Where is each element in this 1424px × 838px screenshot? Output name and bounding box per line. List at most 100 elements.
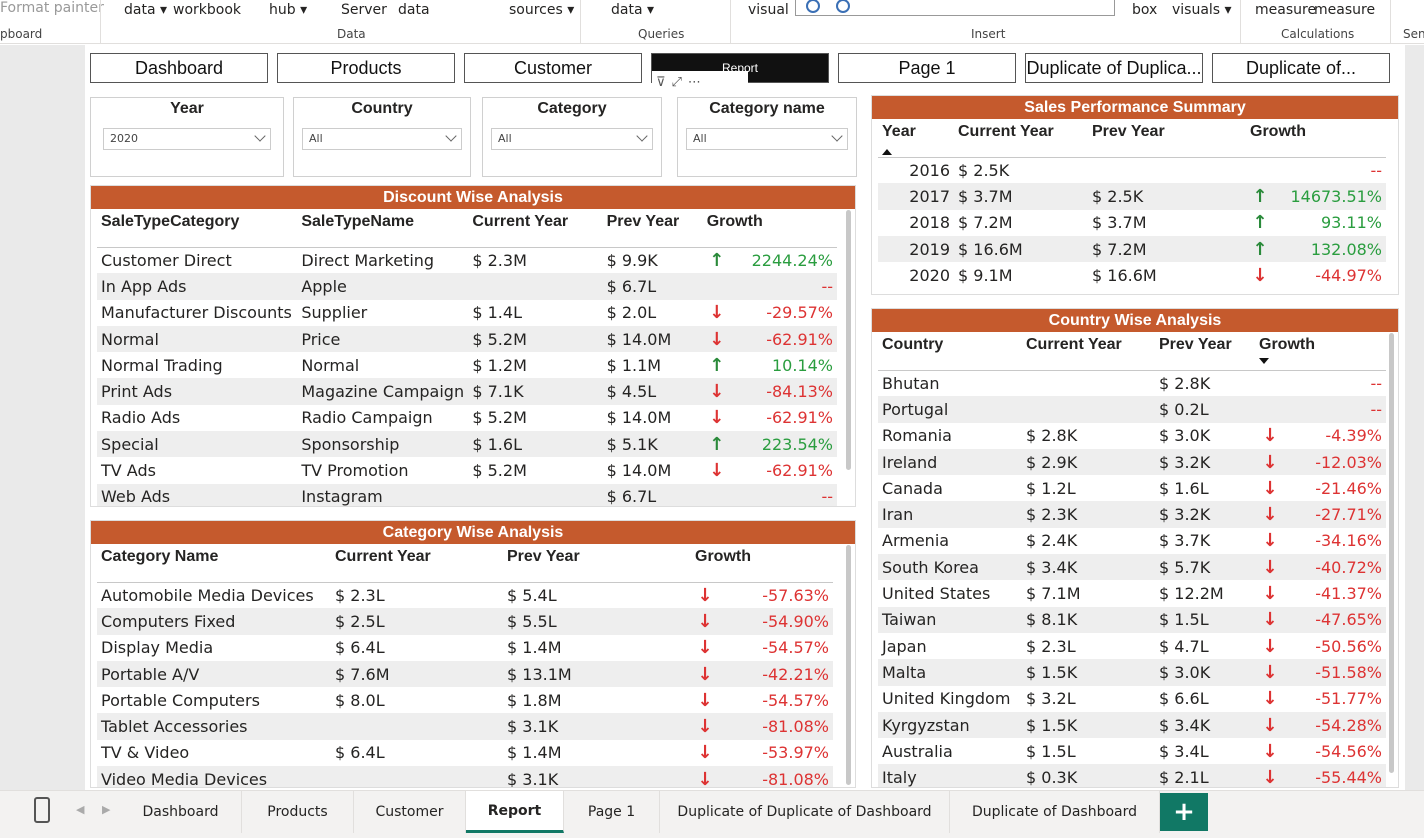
- vertical-scrollbar[interactable]: [846, 545, 851, 785]
- ribbon-data-dropdown[interactable]: data ▾: [124, 2, 167, 18]
- table-row[interactable]: Ireland $ 2.9K $ 3.2K ↓ -12.03%: [878, 448, 1386, 476]
- ribbon-new-measure-button[interactable]: measure: [1255, 2, 1316, 18]
- table-row[interactable]: Manufacturer Discounts Supplier $ 1.4L $ 2.…: [97, 300, 837, 326]
- slicer-category-dropdown[interactable]: All: [491, 128, 653, 150]
- table-row[interactable]: Armenia $ 2.4K $ 3.7K ↓ -34.16%: [878, 528, 1386, 554]
- ribbon-server-data-button[interactable]: data: [398, 2, 430, 18]
- tab-duplicate-of-duplicate-of-dashboard[interactable]: Duplicate of Duplicate of Dashboard: [660, 791, 950, 833]
- ribbon-hub-dropdown[interactable]: hub ▾: [269, 2, 307, 18]
- column-header[interactable]: SaleTypeName: [297, 209, 469, 248]
- table-row[interactable]: TV & Video $ 6.4L $ 1.4M ↓ -53.97%: [97, 740, 833, 766]
- nav-button-page1[interactable]: Page 1: [838, 53, 1016, 83]
- column-header[interactable]: Current Year: [468, 209, 603, 248]
- table-row[interactable]: United States $ 7.1M $ 12.2M ↓ -41.37%: [878, 580, 1386, 606]
- more-options-icon[interactable]: ⋯: [688, 75, 701, 90]
- group-insert-label: Insert: [971, 27, 1006, 41]
- ribbon-quick-measure-button[interactable]: measure: [1314, 2, 1375, 18]
- table-row[interactable]: Video Media Devices $ 3.1K ↓ -81.08%: [97, 766, 833, 787]
- table-row[interactable]: Display Media $ 6.4L $ 1.4M ↓ -54.57%: [97, 635, 833, 661]
- table-row[interactable]: Normal Trading Normal $ 1.2M $ 1.1M ↑ 10.14%: [97, 352, 837, 378]
- table-row[interactable]: Computers Fixed $ 2.5L $ 5.5L ↓ -54.90%: [97, 608, 833, 635]
- visual-gallery-icon[interactable]: [836, 0, 850, 13]
- column-header[interactable]: Current Year: [954, 119, 1088, 158]
- scroll-left-icon[interactable]: ◀: [76, 803, 84, 816]
- ribbon-sources-dropdown[interactable]: sources ▾: [509, 2, 574, 18]
- column-header[interactable]: Growth: [702, 209, 837, 248]
- tab-customer[interactable]: Customer: [354, 791, 466, 833]
- add-page-button[interactable]: +: [1160, 793, 1208, 831]
- table-row[interactable]: Romania $ 2.8K $ 3.0K ↓ -4.39%: [878, 423, 1386, 449]
- nav-button-customer[interactable]: Customer: [464, 53, 642, 83]
- table-row[interactable]: Automobile Media Devices $ 2.3L $ 5.4L ↓ -57…: [97, 582, 833, 608]
- table-row[interactable]: Tablet Accessories $ 3.1K ↓ -81.08%: [97, 713, 833, 740]
- table-row[interactable]: Print Ads Magazine Campaign $ 7.1K $ 4.5L ↓ -…: [97, 378, 837, 405]
- slicer-country-dropdown[interactable]: All: [302, 128, 462, 150]
- table-row[interactable]: In App Ads Apple $ 6.7L --: [97, 273, 837, 300]
- format-painter-button[interactable]: Format painter: [0, 0, 104, 16]
- table-row[interactable]: 2017 $ 3.7M $ 2.5K ↑ 14673.51%: [878, 183, 1386, 210]
- filter-icon[interactable]: ⊽: [656, 75, 666, 90]
- tab-duplicate-of-dashboard[interactable]: Duplicate of Dashboard: [950, 791, 1160, 833]
- table-row[interactable]: Bhutan $ 2.8K --: [878, 370, 1386, 396]
- nav-button-duplicate-of[interactable]: Duplicate of...: [1212, 53, 1390, 83]
- table-row[interactable]: Iran $ 2.3K $ 3.2K ↓ -27.71%: [878, 501, 1386, 528]
- table-row[interactable]: 2018 $ 7.2M $ 3.7M ↑ 93.11%: [878, 210, 1386, 236]
- column-header[interactable]: Country: [878, 332, 1022, 371]
- tab-report[interactable]: Report: [466, 791, 564, 833]
- table-row[interactable]: Portable Computers $ 8.0L $ 1.8M ↓ -54.57%: [97, 687, 833, 713]
- column-header[interactable]: Current Year: [331, 544, 503, 583]
- table-row[interactable]: Canada $ 1.2L $ 1.6L ↓ -21.46%: [878, 475, 1386, 501]
- column-header[interactable]: Prev Year: [1088, 119, 1246, 158]
- table-row[interactable]: Portugal $ 0.2L --: [878, 396, 1386, 423]
- table-row[interactable]: Japan $ 2.3L $ 4.7L ↓ -50.56%: [878, 633, 1386, 659]
- focus-mode-icon[interactable]: ⤢: [672, 75, 682, 90]
- vertical-scrollbar[interactable]: [1389, 333, 1394, 773]
- vertical-scrollbar[interactable]: [846, 210, 851, 470]
- column-header[interactable]: Prev Year: [503, 544, 691, 583]
- column-header-growth[interactable]: Growth: [1255, 332, 1386, 371]
- table-row[interactable]: Radio Ads Radio Campaign $ 5.2M $ 14.0M ↓ -62…: [97, 405, 837, 431]
- table-row[interactable]: 2016 $ 2.5K --: [878, 157, 1386, 183]
- column-header[interactable]: Growth: [691, 544, 833, 583]
- table-row[interactable]: 2020 $ 9.1M $ 16.6M ↓ -44.97%: [878, 262, 1386, 288]
- table-row[interactable]: Kyrgyzstan $ 1.5K $ 3.4K ↓ -54.28%: [878, 711, 1386, 739]
- ribbon-visual-button[interactable]: visual: [748, 2, 789, 18]
- mobile-layout-icon[interactable]: [34, 797, 50, 823]
- nav-button-duplicate-of-duplicate[interactable]: Duplicate of Duplica...: [1025, 53, 1203, 83]
- nav-button-products[interactable]: Products: [277, 53, 455, 83]
- slicer-category-name-dropdown[interactable]: All: [686, 128, 848, 150]
- table-row[interactable]: 2019 $ 16.6M $ 7.2M ↑ 132.08%: [878, 235, 1386, 263]
- column-header[interactable]: Prev Year: [602, 209, 703, 248]
- column-header[interactable]: Growth: [1246, 119, 1386, 158]
- table-row[interactable]: Australia $ 1.5L $ 3.4L ↓ -54.56%: [878, 738, 1386, 764]
- column-header[interactable]: Category Name: [97, 544, 331, 583]
- table-row[interactable]: South Korea $ 3.4K $ 5.7K ↓ -40.72%: [878, 554, 1386, 581]
- column-header-year[interactable]: Year: [878, 119, 954, 158]
- table-row[interactable]: Malta $ 1.5K $ 3.0K ↓ -51.58%: [878, 659, 1386, 686]
- tab-page1[interactable]: Page 1: [564, 791, 660, 833]
- table-row[interactable]: TV Ads TV Promotion $ 5.2M $ 14.0M ↓ -62.91%: [97, 457, 837, 483]
- table-row[interactable]: Special Sponsorship $ 1.6L $ 5.1K ↑ 223.54%: [97, 431, 837, 458]
- ribbon-textbox-button[interactable]: box: [1132, 2, 1157, 18]
- visual-gallery-icon[interactable]: [806, 0, 820, 13]
- visual-gallery[interactable]: [795, 0, 1115, 16]
- ribbon-transform-data-dropdown[interactable]: data ▾: [611, 2, 654, 18]
- slicer-year-dropdown[interactable]: 2020: [103, 128, 271, 150]
- nav-button-dashboard[interactable]: Dashboard: [90, 53, 268, 83]
- table-row[interactable]: United Kingdom $ 3.2L $ 6.6L ↓ -51.77%: [878, 686, 1386, 712]
- column-header[interactable]: SaleTypeCategory: [97, 209, 298, 248]
- table-row[interactable]: Portable A/V $ 7.6M $ 13.1M ↓ -42.21%: [97, 660, 833, 688]
- table-row[interactable]: Italy $ 0.3K $ 2.1L ↓ -55.44%: [878, 764, 1386, 787]
- ribbon-workbook-button[interactable]: workbook: [173, 2, 241, 18]
- column-header[interactable]: Current Year: [1022, 332, 1155, 371]
- tab-products[interactable]: Products: [242, 791, 354, 833]
- scroll-right-icon[interactable]: ▶: [102, 803, 110, 816]
- ribbon-more-visuals-dropdown[interactable]: visuals ▾: [1172, 2, 1232, 18]
- table-row[interactable]: Customer Direct Direct Marketing $ 2.3M $ 9…: [97, 247, 837, 273]
- table-row[interactable]: Taiwan $ 8.1K $ 1.5L ↓ -47.65%: [878, 606, 1386, 633]
- column-header[interactable]: Prev Year: [1155, 332, 1255, 371]
- table-row[interactable]: Web Ads Instagram $ 6.7L --: [97, 483, 837, 506]
- tab-dashboard[interactable]: Dashboard: [120, 791, 242, 833]
- table-row[interactable]: Normal Price $ 5.2M $ 14.0M ↓ -62.91%: [97, 325, 837, 353]
- ribbon-server-button[interactable]: Server: [341, 2, 387, 18]
